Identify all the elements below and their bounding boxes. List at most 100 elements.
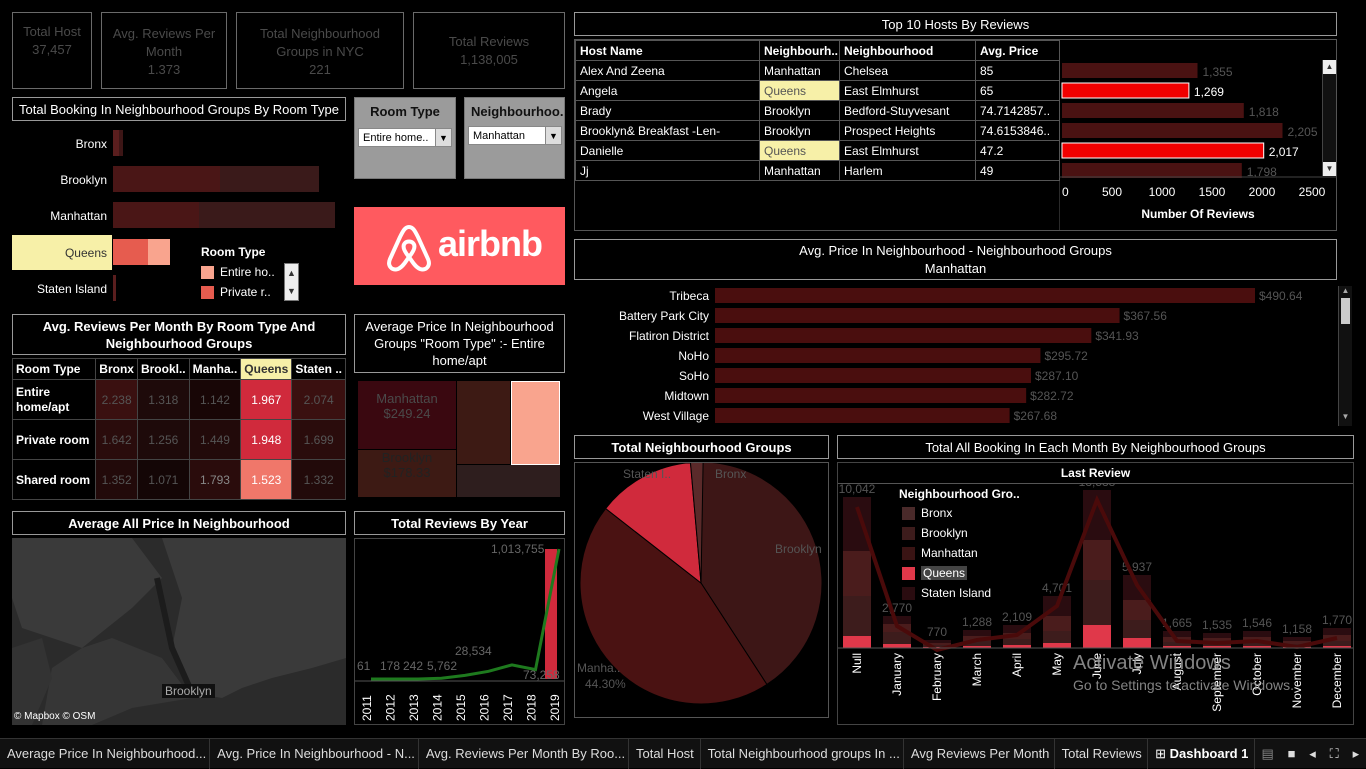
group-label[interactable]: Bronx	[12, 137, 107, 151]
hosts-scrollbar[interactable]: ▲ ▼	[1322, 60, 1336, 176]
reviews-year-chart[interactable]: 2011 2012 2013 2014 2015 2016 2017 2018 2019 61 17…	[354, 538, 565, 725]
legend-swatch	[902, 507, 915, 521]
heatmap-cell[interactable]: 1.352	[95, 459, 138, 500]
neighbourhood-dropdown[interactable]: Manhattan ▼	[468, 126, 562, 145]
heatmap-cell[interactable]: 1.142	[188, 379, 242, 420]
chevron-up-icon[interactable]: ▲	[1323, 60, 1336, 74]
host-cell: Queens	[759, 80, 840, 101]
legend-scrollbar[interactable]: ▲ ▼	[284, 263, 299, 301]
group-label[interactable]: Brooklyn	[12, 173, 107, 187]
chevron-down-icon[interactable]: ▼	[1339, 412, 1352, 424]
heatmap-cell[interactable]: 2.238	[95, 379, 138, 420]
tab-sheet[interactable]: Average Price In Neighbourhood...	[0, 738, 211, 769]
heatmap-col-header[interactable]: Brookl..	[136, 358, 190, 380]
prev-icon[interactable]: ◂	[1302, 739, 1322, 769]
booking-bar[interactable]	[119, 130, 123, 156]
next-icon[interactable]: ▸	[1346, 739, 1366, 769]
tab-sheet[interactable]: Avg Reviews Per Month	[904, 738, 1055, 769]
treemap-tile-manhattan[interactable]: Manhattan $249.24	[358, 381, 456, 449]
heatmap-cell[interactable]: 1.793	[188, 459, 242, 500]
fullscreen-icon[interactable]: ⛶	[1323, 739, 1346, 769]
monthly-legend-item[interactable]: Queens	[902, 566, 991, 586]
chevron-up-icon[interactable]: ▲	[1339, 286, 1352, 298]
treemap-tile[interactable]	[457, 465, 560, 497]
host-row[interactable]: Brooklyn& Breakfast -Len- Brooklyn Prospec…	[575, 120, 1060, 141]
chevron-down-icon[interactable]: ▼	[545, 127, 561, 144]
avg-price-scrollbar[interactable]: ▲ ▼	[1338, 286, 1352, 426]
booking-bar[interactable]	[113, 166, 220, 192]
map[interactable]: Brooklyn © Mapbox © OSM	[12, 538, 346, 725]
monthly-legend-item[interactable]: Staten Island	[902, 586, 991, 606]
monthly-legend-item[interactable]: Brooklyn	[902, 526, 991, 546]
booking-bar[interactable]	[220, 166, 319, 192]
group-label[interactable]: Staten Island	[12, 282, 107, 296]
chevron-down-icon[interactable]: ▼	[1323, 162, 1336, 176]
host-row[interactable]: Brady Brooklyn Bedford-Stuyvesant 74.714285…	[575, 100, 1060, 121]
heatmap-col-header[interactable]: Bronx	[95, 358, 138, 380]
heatmap-cell[interactable]: 1.948	[240, 419, 293, 460]
tab-sheet[interactable]: Avg. Reviews Per Month By Roo...	[419, 738, 629, 769]
heatmap-cell[interactable]: 1.071	[136, 459, 190, 500]
host-cell: Chelsea	[839, 60, 976, 81]
tab-dashboard[interactable]: ⊞ Dashboard 1	[1148, 738, 1255, 769]
hosts-col-header[interactable]: Avg. Price	[975, 40, 1060, 61]
heatmap-col-header[interactable]: Manha..	[188, 358, 242, 380]
group-label[interactable]: Manhattan	[12, 209, 107, 223]
host-row[interactable]: Angela Queens East Elmhurst 65	[575, 80, 1060, 101]
hosts-col-header[interactable]: Host Name	[575, 40, 760, 61]
booking-bar[interactable]	[113, 239, 148, 265]
pie-chart[interactable]: Staten I.. Bronx Brooklyn Manha.. 44.30%	[574, 461, 829, 718]
room-type-filter[interactable]: Room Type Entire home.. ▼	[354, 97, 456, 179]
host-row[interactable]: Danielle Queens East Elmhurst 47.2	[575, 140, 1060, 161]
booking-legend-item[interactable]: Private r..	[201, 285, 271, 300]
group-label[interactable]: Queens	[12, 246, 107, 260]
tab-sheet[interactable]: Total Neighbourhood groups In ...	[701, 738, 904, 769]
chevron-down-icon[interactable]: ▼	[285, 282, 298, 300]
avg-price-bar	[715, 308, 1120, 323]
heatmap-cell[interactable]: 1.523	[240, 459, 293, 500]
booking-bar[interactable]	[199, 202, 335, 228]
treemap-tile[interactable]	[511, 381, 560, 465]
avg-price-chart[interactable]: Tribeca $490.64 Battery Park City $367.56 Fl…	[574, 284, 1354, 428]
hosts-col-header[interactable]: Neighbourhood	[839, 40, 976, 61]
heatmap-cell[interactable]: 1.642	[95, 419, 138, 460]
heatmap-col-header[interactable]: Staten ..	[291, 358, 346, 380]
scroll-track[interactable]	[1323, 74, 1336, 162]
booking-bar[interactable]	[113, 202, 199, 228]
hosts-col-header[interactable]: Neighbourh..	[759, 40, 840, 61]
host-row[interactable]: Jj Manhattan Harlem 49	[575, 160, 1060, 181]
activate-windows-subtitle: Go to Settings to activate Windows.	[1073, 677, 1294, 693]
host-review-bar	[1061, 142, 1265, 159]
tab-sheet[interactable]: Avg. Price In Neighbourhood - N...	[210, 738, 419, 769]
chevron-up-icon[interactable]: ▲	[285, 264, 298, 282]
host-cell: Danielle	[575, 140, 760, 161]
host-row[interactable]: Alex And Zeena Manhattan Chelsea 85	[575, 60, 1060, 81]
heatmap-cell[interactable]: 1.318	[136, 379, 190, 420]
scroll-thumb[interactable]	[1341, 298, 1350, 324]
monthly-legend-item[interactable]: Manhattan	[902, 546, 991, 566]
heatmap-cell[interactable]: 1.967	[240, 379, 293, 420]
filmstrip-icon[interactable]: ■	[1281, 739, 1303, 769]
sheet-sorter-icon[interactable]: ▤	[1255, 739, 1281, 769]
tab-sheet[interactable]: Total Host	[629, 738, 701, 769]
booking-bar[interactable]	[113, 275, 116, 301]
avg-price-bar	[715, 348, 1041, 363]
room-type-dropdown[interactable]: Entire home.. ▼	[358, 128, 452, 147]
treemap-tile[interactable]	[457, 381, 510, 464]
monthly-legend-item[interactable]: Bronx	[902, 506, 991, 526]
heatmap-cell[interactable]: 2.074	[291, 379, 346, 420]
scroll-track[interactable]	[1339, 324, 1352, 412]
heatmap-cell[interactable]: 1.699	[291, 419, 346, 460]
month-bar-segment	[1123, 620, 1151, 638]
neighbourhood-filter[interactable]: Neighbourhoo.. Manhattan ▼	[464, 97, 565, 179]
booking-bar[interactable]	[148, 239, 170, 265]
heatmap-cell[interactable]: 1.256	[136, 419, 190, 460]
tab-sheet[interactable]: Total Reviews	[1055, 738, 1149, 769]
treemap-tile-brooklyn[interactable]: Brooklyn $178.33	[358, 450, 456, 497]
hosts-bar-chart[interactable]: 1,3551,2691,8182,2052,0171,7980 500 1000 15…	[1059, 40, 1337, 230]
heatmap-cell[interactable]: 1.449	[188, 419, 242, 460]
heatmap-cell[interactable]: 1.332	[291, 459, 346, 500]
chevron-down-icon[interactable]: ▼	[435, 129, 451, 146]
booking-legend-item[interactable]: Entire ho..	[201, 265, 275, 280]
heatmap-col-header[interactable]: Queens	[240, 358, 293, 380]
